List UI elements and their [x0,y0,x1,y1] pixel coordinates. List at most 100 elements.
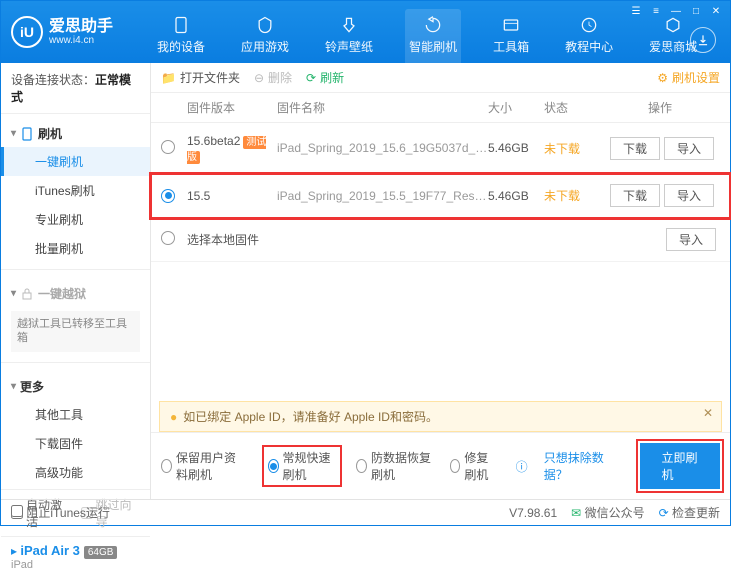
flash-settings-label: 刷机设置 [672,69,720,86]
nav-5[interactable]: 教程中心 [561,9,617,63]
sidebar-item-batch[interactable]: 批量刷机 [1,234,150,263]
mode-keep-data[interactable]: 保留用户资料刷机 [161,449,248,483]
info-icon[interactable]: ⓘ [516,458,528,475]
sidebar-item-other[interactable]: 其他工具 [1,400,150,429]
erase-only-link[interactable]: 只想抹除数据？ [544,449,608,483]
nav-icon [579,15,599,35]
check-update-label: 检查更新 [672,506,720,520]
nav-label: 教程中心 [565,38,613,55]
nav-3[interactable]: 智能刷机 [405,9,461,63]
nav-label: 工具箱 [493,38,529,55]
radio-icon [450,459,461,473]
local-firmware-row[interactable]: 选择本地固件 导入 [151,218,730,262]
toolbar: 📁 打开文件夹 ⊖ 删除 ⟳ 刷新 ⚙刷机设置 [151,63,730,93]
device-panel[interactable]: ▸ iPad Air 364GB iPad [1,536,150,577]
nav-2[interactable]: 铃声壁纸 [321,9,377,63]
radio-icon [161,459,172,473]
warning-icon: ● [170,410,177,424]
import-button[interactable]: 导入 [664,184,714,207]
folder-icon: 📁 [161,71,176,85]
nav-icon [339,15,359,35]
delete-icon: ⊖ [254,71,264,85]
wechat-link[interactable]: ✉ 微信公众号 [571,504,644,521]
col-name: 固件名称 [277,99,488,116]
top-nav: 我的设备应用游戏铃声壁纸智能刷机工具箱教程中心爱思商城 [153,1,701,63]
col-ops: 操作 [600,99,720,116]
download-button[interactable]: 下载 [610,137,660,160]
table-header: 固件版本 固件名称 大小 状态 操作 [151,93,730,123]
radio-icon[interactable] [161,231,175,245]
sidebar-group-more[interactable]: ▾更多 [1,373,150,400]
sidebar-item-download[interactable]: 下载固件 [1,429,150,458]
mode-normal[interactable]: 常规快速刷机 [264,447,340,485]
minimize-icon[interactable]: — [668,3,684,19]
open-folder-label: 打开文件夹 [180,69,240,86]
block-itunes-label: 阻止iTunes运行 [26,506,110,520]
sidebar-group-flash[interactable]: ▾刷机 [1,120,150,147]
close-icon[interactable]: ✕ [708,3,724,19]
row-filename: iPad_Spring_2019_15.5_19F77_Restore.ipsw [277,189,488,203]
firmware-row[interactable]: 15.6beta2测试版iPad_Spring_2019_15.6_19G503… [151,123,730,174]
row-status: 未下载 [544,140,600,157]
phone-icon [20,127,34,141]
mode-label: 常规快速刷机 [283,449,336,483]
maximize-icon[interactable]: □ [688,3,704,19]
download-button[interactable]: 下载 [610,184,660,207]
chevron-down-icon: ▾ [11,381,16,392]
logo-icon: iU [11,16,43,48]
beta-tag: 测试版 [187,136,266,164]
row-status: 未下载 [544,187,600,204]
nav-icon [171,15,191,35]
radio-icon [356,459,367,473]
nav-0[interactable]: 我的设备 [153,9,209,63]
import-button[interactable]: 导入 [664,137,714,160]
device-icon: ▸ [11,544,20,558]
nav-label: 应用游戏 [241,38,289,55]
delete-label: 删除 [268,69,292,86]
menu-icon[interactable]: ≡ [648,3,664,19]
mode-anti-recovery[interactable]: 防数据恢复刷机 [356,449,434,483]
settings-icon[interactable]: ☰ [628,3,644,19]
open-folder-button[interactable]: 📁 打开文件夹 [161,69,240,86]
connection-status: 设备连接状态：正常模式 [1,63,150,114]
check-update-link[interactable]: ⟳ 检查更新 [659,504,720,521]
sidebar-group-jailbreak[interactable]: ▾一键越狱 [1,280,150,307]
refresh-icon: ⟳ [306,71,316,85]
sidebar-group-title: 刷机 [38,125,62,142]
sidebar-item-advanced[interactable]: 高级功能 [1,458,150,487]
sidebar-item-pro[interactable]: 专业刷机 [1,205,150,234]
mode-repair[interactable]: 修复刷机 [450,449,500,483]
firmware-row[interactable]: 15.5iPad_Spring_2019_15.5_19F77_Restore.… [151,174,730,218]
delete-button[interactable]: ⊖ 删除 [254,69,292,86]
nav-4[interactable]: 工具箱 [489,9,533,63]
sidebar-item-oneclick[interactable]: 一键刷机 [1,147,150,176]
mode-label: 防数据恢复刷机 [371,449,434,483]
lock-icon [20,287,34,301]
wechat-label: 微信公众号 [585,506,645,520]
conn-label: 设备连接状态： [11,73,95,87]
radio-icon[interactable] [161,140,175,154]
refresh-label: 刷新 [320,69,344,86]
nav-label: 智能刷机 [409,38,457,55]
logo: iU 爱思助手 www.i4.cn [11,16,113,48]
radio-icon[interactable] [161,189,175,203]
sidebar-item-itunes[interactable]: iTunes刷机 [1,176,150,205]
close-warning-icon[interactable]: ✕ [703,406,713,420]
nav-label: 我的设备 [157,38,205,55]
row-size: 5.46GB [488,141,544,155]
wechat-icon: ✉ [571,506,581,520]
row-version: 15.6beta2测试版 [187,133,277,163]
col-size: 大小 [488,99,544,116]
mode-label: 保留用户资料刷机 [176,449,248,483]
nav-1[interactable]: 应用游戏 [237,9,293,63]
download-manager-icon[interactable] [690,27,716,53]
row-filename: iPad_Spring_2019_15.6_19G5037d_Restore.i… [277,141,488,155]
import-button[interactable]: 导入 [666,228,716,251]
flash-now-button[interactable]: 立即刷机 [640,443,720,489]
sidebar: 设备连接状态：正常模式 ▾刷机 一键刷机 iTunes刷机 专业刷机 批量刷机 … [1,63,151,499]
brand-name: 爱思助手 [49,18,113,36]
nav-icon [423,15,443,35]
flash-settings-button[interactable]: ⚙刷机设置 [657,69,720,86]
refresh-button[interactable]: ⟳ 刷新 [306,69,344,86]
block-itunes-checkbox[interactable]: 阻止iTunes运行 [11,504,110,521]
